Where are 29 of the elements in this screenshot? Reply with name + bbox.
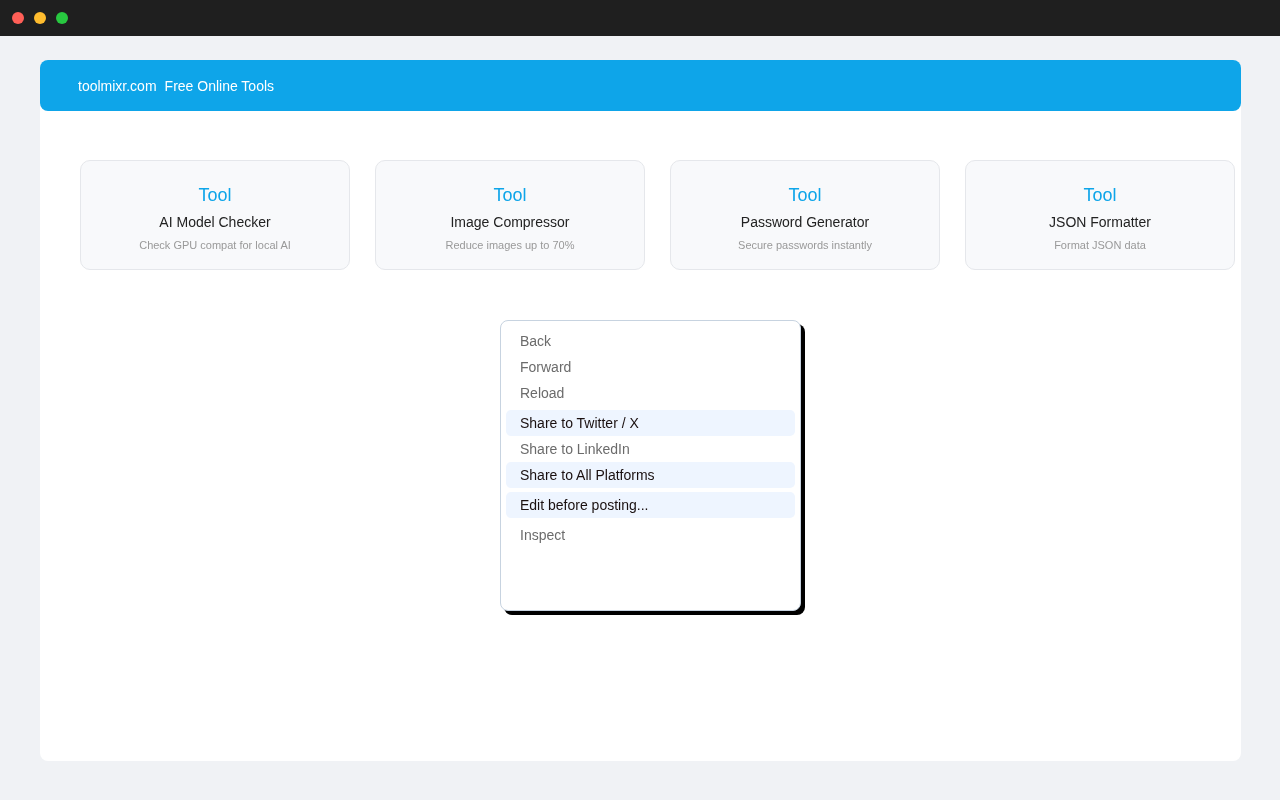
tool-tag: Tool (198, 184, 232, 206)
menu-item[interactable]: Reload (506, 380, 795, 406)
tool-name: Image Compressor (450, 213, 570, 231)
tool-card[interactable]: Tool AI Model Checker Check GPU compat for local AI (80, 160, 350, 270)
close-icon[interactable] (12, 12, 24, 24)
menu-item[interactable]: Share to All Platforms (506, 462, 795, 488)
tool-tag: Tool (1083, 184, 1117, 206)
tool-description: Check GPU compat for local AI (139, 238, 291, 252)
tool-card[interactable]: Tool JSON Formatter Format JSON data (965, 160, 1235, 270)
menu-item[interactable]: Back (506, 328, 795, 354)
menu-item[interactable]: Forward (506, 354, 795, 380)
tool-name: JSON Formatter (1049, 213, 1151, 231)
minimize-icon[interactable] (34, 12, 46, 24)
menu-item[interactable]: Share to Twitter / X (506, 410, 795, 436)
maximize-icon[interactable] (56, 12, 68, 24)
tagline: Free Online Tools (164, 77, 275, 94)
menu-item[interactable]: Share to LinkedIn (506, 436, 795, 462)
tool-tag: Tool (493, 184, 527, 206)
tool-description: Reduce images up to 70% (445, 238, 575, 252)
tool-card[interactable]: Tool Password Generator Secure passwords instantly (670, 160, 940, 270)
tool-name: Password Generator (740, 213, 870, 231)
menu-item[interactable]: Edit before posting... (506, 492, 795, 518)
site-name: toolmixr.com (78, 77, 157, 94)
tool-card[interactable]: Tool Image Compressor Reduce images up to 70% (375, 160, 645, 270)
tool-description: Format JSON data (1054, 238, 1146, 252)
tool-name: AI Model Checker (159, 213, 271, 231)
tool-tag: Tool (788, 184, 822, 206)
menu-item[interactable]: Inspect (506, 522, 795, 548)
tool-description: Secure passwords instantly (738, 238, 872, 252)
